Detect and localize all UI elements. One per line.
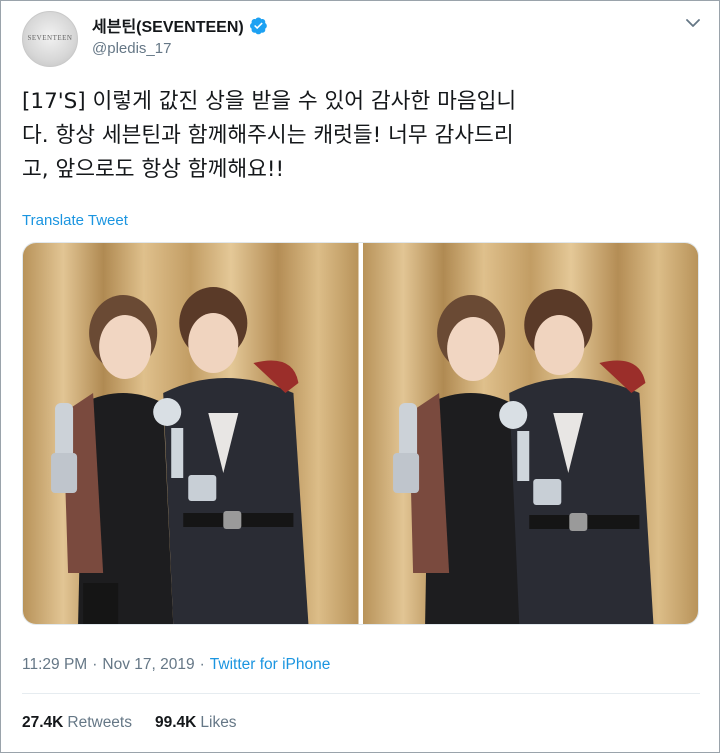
avatar-logo-text: SEVENTEEN xyxy=(27,34,73,42)
tweet-photo-2[interactable] xyxy=(362,243,698,624)
photo-image xyxy=(362,243,698,624)
author-handle[interactable]: @pledis_17 xyxy=(92,40,171,57)
tweet-text: [17'S] 이렇게 값진 상을 받을 수 있어 감사한 마음입니 다. 항상 … xyxy=(22,89,517,182)
meta-separator: · xyxy=(199,656,205,673)
translate-tweet-link[interactable]: Translate Tweet xyxy=(22,212,128,229)
profile-avatar[interactable]: SEVENTEEN xyxy=(22,11,78,67)
tweet-time[interactable]: 11:29 PM xyxy=(22,656,87,674)
tweet-date[interactable]: Nov 17, 2019 xyxy=(102,656,194,674)
tweet-photo-1[interactable] xyxy=(23,243,359,624)
photo-image xyxy=(23,243,359,624)
likes-stat[interactable]: 99.4K Likes xyxy=(155,714,237,732)
likes-label: Likes xyxy=(200,714,237,731)
tweet-stats: 27.4K Retweets 99.4K Likes xyxy=(22,714,237,732)
tweet-meta: 11:29 PM · Nov 17, 2019 · Twitter for iP… xyxy=(22,656,330,674)
retweets-count: 27.4K xyxy=(22,714,64,731)
stats-divider xyxy=(22,693,700,694)
retweets-stat[interactable]: 27.4K Retweets xyxy=(22,714,132,732)
author-display-name[interactable]: 세븐틴(SEVENTEEN) xyxy=(92,13,244,37)
author-name-row[interactable]: 세븐틴(SEVENTEEN) xyxy=(92,13,268,37)
retweets-label: Retweets xyxy=(67,714,132,731)
tweet-source-link[interactable]: Twitter for iPhone xyxy=(210,656,331,674)
verified-badge-icon xyxy=(249,17,267,34)
chevron-down-icon[interactable] xyxy=(686,18,700,28)
likes-count: 99.4K xyxy=(155,714,197,731)
meta-separator: · xyxy=(92,656,98,673)
tweet-media xyxy=(22,242,699,625)
